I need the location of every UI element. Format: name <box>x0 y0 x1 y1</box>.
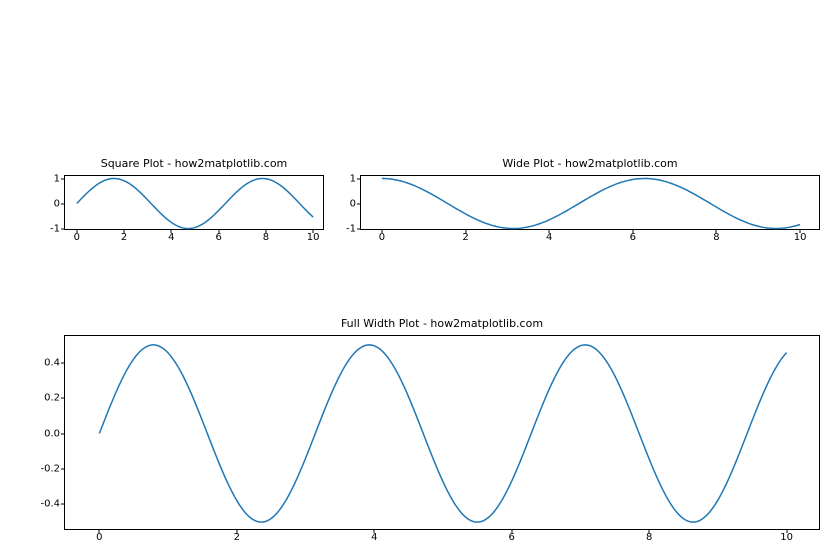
y-tick-label: 0.0 <box>44 428 60 439</box>
x-tick-label: 8 <box>646 532 652 543</box>
plot-area-square: 0246810-101 <box>64 175 324 230</box>
axes-square: Square Plot - how2matplotlib.com 0246810… <box>64 175 324 230</box>
y-tick-label: 0 <box>54 198 60 209</box>
x-tick-label: 10 <box>780 532 793 543</box>
x-tick-label: 0 <box>96 532 102 543</box>
y-tick-label: 1 <box>350 173 356 184</box>
y-tick-mark <box>61 203 65 204</box>
x-tick-label: 2 <box>462 232 468 243</box>
x-tick-label: 4 <box>168 232 174 243</box>
x-tick-label: 8 <box>263 232 269 243</box>
y-tick-label: 0.4 <box>44 357 60 368</box>
y-tick-mark <box>357 228 361 229</box>
y-tick-label: 1 <box>54 173 60 184</box>
axes-title: Square Plot - how2matplotlib.com <box>64 157 324 170</box>
y-tick-label: -1 <box>50 223 60 234</box>
axes-title: Wide Plot - how2matplotlib.com <box>360 157 820 170</box>
x-tick-label: 0 <box>379 232 385 243</box>
axes-title: Full Width Plot - how2matplotlib.com <box>64 317 820 330</box>
y-tick-mark <box>61 504 65 505</box>
x-tick-label: 4 <box>546 232 552 243</box>
x-tick-label: 0 <box>74 232 80 243</box>
line-sincos <box>65 336 821 531</box>
y-tick-mark <box>61 228 65 229</box>
line-sin <box>65 176 325 231</box>
y-tick-label: 0 <box>350 198 356 209</box>
y-tick-mark <box>61 178 65 179</box>
plot-area-wide: 0246810-101 <box>360 175 820 230</box>
x-tick-label: 4 <box>371 532 377 543</box>
x-tick-label: 6 <box>630 232 636 243</box>
x-tick-label: 10 <box>794 232 807 243</box>
x-tick-label: 6 <box>215 232 221 243</box>
y-tick-label: -1 <box>346 223 356 234</box>
x-tick-label: 2 <box>234 532 240 543</box>
axes-wide: Wide Plot - how2matplotlib.com 0246810-1… <box>360 175 820 230</box>
y-tick-mark <box>61 433 65 434</box>
axes-fullwidth: Full Width Plot - how2matplotlib.com 024… <box>64 335 820 530</box>
plot-area-fullwidth: 0246810-0.4-0.20.00.20.4 <box>64 335 820 530</box>
x-tick-label: 10 <box>307 232 320 243</box>
x-tick-label: 8 <box>713 232 719 243</box>
y-tick-mark <box>357 203 361 204</box>
x-tick-label: 2 <box>121 232 127 243</box>
y-tick-mark <box>61 362 65 363</box>
y-tick-label: -0.2 <box>40 463 60 474</box>
y-tick-label: -0.4 <box>40 499 60 510</box>
y-tick-label: 0.2 <box>44 393 60 404</box>
y-tick-mark <box>61 468 65 469</box>
y-tick-mark <box>61 398 65 399</box>
figure: Square Plot - how2matplotlib.com 0246810… <box>0 0 840 560</box>
y-tick-mark <box>357 178 361 179</box>
line-cos <box>361 176 821 231</box>
x-tick-label: 6 <box>509 532 515 543</box>
